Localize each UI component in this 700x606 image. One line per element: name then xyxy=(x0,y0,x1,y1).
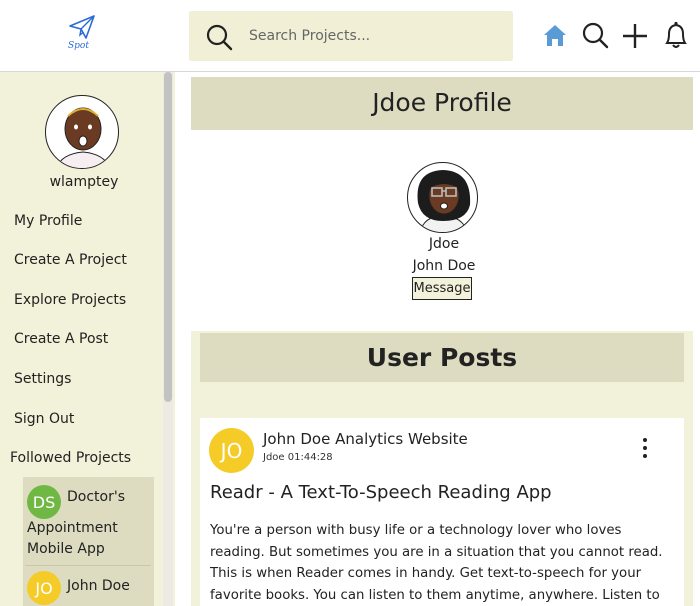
sidebar-scroll-thumb[interactable] xyxy=(164,72,172,402)
search-nav-icon[interactable] xyxy=(581,20,609,50)
sidebar-link-sign-out[interactable]: Sign Out xyxy=(14,411,74,427)
profile-full-name: John Doe xyxy=(412,258,476,274)
plus-icon[interactable] xyxy=(621,20,649,50)
post-body: You're a person with busy life or a tech… xyxy=(210,523,663,604)
sidebar-username: wlamptey xyxy=(49,174,119,190)
search-input[interactable] xyxy=(249,23,489,49)
project-initials-badge[interactable]: DS xyxy=(27,485,61,519)
post-project-name[interactable]: John Doe Analytics Website xyxy=(263,430,468,448)
search-icon[interactable] xyxy=(205,23,233,51)
post-title[interactable]: Readr - A Text-To-Speech Reading App xyxy=(210,482,552,503)
followed-projects-title: Followed Projects xyxy=(10,450,132,466)
post-options-icon[interactable] xyxy=(640,438,650,462)
spot-logo[interactable]: Spot xyxy=(62,14,102,56)
logo-text: Spot xyxy=(68,41,89,51)
profile-handle: Jdoe xyxy=(428,236,460,252)
bell-icon[interactable] xyxy=(662,20,690,50)
followed-project-name[interactable]: Doctor's xyxy=(67,489,125,505)
project-initials-badge[interactable]: JO xyxy=(27,571,61,605)
followed-project-name[interactable]: John Doe xyxy=(67,578,130,594)
followed-project-name[interactable]: Appointment xyxy=(27,520,118,536)
user-avatar[interactable] xyxy=(45,95,119,169)
message-button[interactable]: Message xyxy=(412,277,472,300)
posts-title: User Posts xyxy=(366,343,518,372)
home-icon[interactable] xyxy=(541,20,569,50)
sidebar-link-my-profile[interactable]: My Profile xyxy=(14,213,82,229)
sidebar-link-create-post[interactable]: Create A Post xyxy=(14,331,108,347)
sidebar-link-settings[interactable]: Settings xyxy=(14,371,71,387)
cartoon-avatar-icon xyxy=(56,107,110,168)
search-bar[interactable] xyxy=(189,11,513,61)
followed-divider xyxy=(25,565,151,566)
sidebar-link-create-project[interactable]: Create A Project xyxy=(14,252,127,268)
sidebar-link-explore-projects[interactable]: Explore Projects xyxy=(14,292,126,308)
paper-plane-icon xyxy=(69,15,95,39)
post-meta: Jdoe 01:44:28 xyxy=(263,452,333,463)
post-author-badge[interactable]: JO xyxy=(209,428,254,473)
followed-project-name[interactable]: Mobile App xyxy=(27,541,105,557)
cartoon-avatar-icon xyxy=(417,170,471,232)
page-title: Jdoe Profile xyxy=(372,88,512,117)
profile-avatar xyxy=(407,162,478,233)
